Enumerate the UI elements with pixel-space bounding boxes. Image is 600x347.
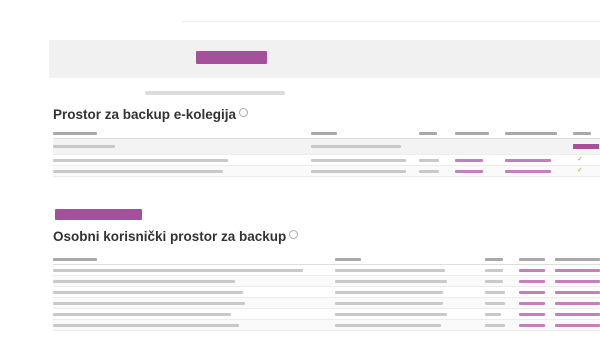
table-row [53,287,600,298]
download-link[interactable] [455,155,495,165]
upload-area [49,40,600,78]
column-header-download[interactable] [455,129,495,138]
table-row [53,265,600,276]
download-link[interactable] [455,166,495,176]
created-cell [335,265,455,275]
size-cell [485,265,515,275]
check-icon: ✓ [577,167,583,174]
column-header-restore[interactable] [505,129,565,138]
restore-link[interactable] [555,276,600,286]
restore-link[interactable] [555,309,600,319]
restore-link[interactable] [505,155,565,165]
created-cell [335,320,455,330]
created-cell [311,166,411,176]
download-link[interactable] [519,309,549,319]
check-icon: ✓ [577,156,583,163]
restore-link[interactable] [555,287,600,297]
file-name-cell [53,166,293,176]
column-header-download[interactable] [519,255,549,264]
column-header-size[interactable] [419,129,451,138]
column-header-file-name[interactable] [53,129,193,138]
column-header-created[interactable] [311,129,391,138]
size-cell [419,166,451,176]
file-name-cell [53,276,313,286]
created-cell [335,309,455,319]
size-cell [419,155,451,165]
size-cell [485,287,515,297]
file-name-cell [53,265,313,275]
created-cell [335,276,455,286]
header-divider [182,21,600,22]
download-link[interactable] [519,298,549,308]
download-link[interactable] [519,265,549,275]
file-name-cell [53,298,313,308]
table-row [53,298,600,309]
restore-link[interactable] [505,166,565,176]
table-row: ✓ [53,166,600,177]
column-header-restore[interactable] [555,255,600,264]
course-backup-table: ✓ ✓ [53,129,600,177]
table-row [53,139,600,155]
created-cell [335,287,455,297]
restore-link[interactable] [555,320,600,330]
file-name-cell [53,155,293,165]
column-header-size[interactable] [485,255,515,264]
personal-backup-table [53,255,600,331]
table-row [53,320,600,331]
created-cell [311,139,401,154]
table-header-row [53,255,600,265]
download-link[interactable] [519,320,549,330]
size-cell [485,320,515,330]
top-navigation-bar [0,0,600,37]
file-name-cell [53,139,193,154]
column-header-action[interactable] [573,129,600,138]
download-link[interactable] [519,287,549,297]
personal-backup-title-text: Osobni korisnički prostor za backup [53,229,287,244]
table-row [53,309,600,320]
file-name-cell [53,320,313,330]
file-name-cell [53,287,313,297]
table-row [53,276,600,287]
created-cell [311,155,411,165]
question-circle-icon[interactable] [289,230,299,239]
file-name-cell [53,309,313,319]
size-cell [485,276,515,286]
column-header-created[interactable] [335,255,415,264]
size-cell [485,298,515,308]
course-backup-title: Prostor za backup e-kolegija [53,107,249,123]
course-backup-title-text: Prostor za backup e-kolegija [53,107,237,122]
table-row: ✓ [53,155,600,166]
download-link[interactable] [519,276,549,286]
upload-file-button[interactable] [196,51,267,64]
table-header-row [53,129,600,139]
restore-link[interactable] [555,298,600,308]
restore-button[interactable] [573,139,600,154]
restore-link[interactable] [555,265,600,275]
question-circle-icon[interactable] [239,108,249,117]
column-header-file-name[interactable] [53,255,193,264]
create-backup-button[interactable] [55,209,142,220]
personal-backup-title: Osobni korisnički prostor za backup [53,229,299,245]
info-note [145,91,285,95]
created-cell [335,298,455,308]
size-cell [485,309,515,319]
